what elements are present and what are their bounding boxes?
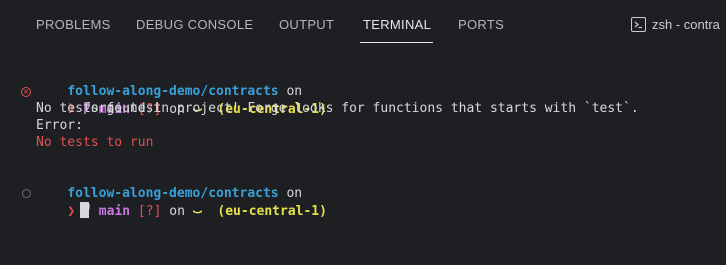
- prompt-on: on: [161, 204, 193, 219]
- tab-ports[interactable]: PORTS: [458, 16, 504, 34]
- output-line: No tests found in project! Forge looks f…: [36, 101, 639, 116]
- circle-icon: [21, 189, 31, 198]
- aws-icon: [192, 202, 202, 214]
- tab-debug-console[interactable]: DEBUG CONSOLE: [136, 16, 253, 34]
- terminal-output[interactable]: follow-along-demo/contracts on main [?] …: [0, 46, 726, 265]
- prompt-on: on: [278, 186, 310, 201]
- tab-terminal[interactable]: TERMINAL: [363, 16, 431, 34]
- git-branch-name: main: [90, 204, 131, 219]
- error-x-icon: ×: [21, 86, 31, 97]
- aws-region: (eu-central-1): [201, 204, 327, 219]
- command-decoration[interactable]: [20, 185, 32, 202]
- prompt-on: on: [278, 84, 310, 99]
- command-error-decoration[interactable]: ×: [20, 83, 32, 100]
- git-status: [?]: [130, 204, 162, 219]
- panel-tab-bar: PROBLEMS DEBUG CONSOLE OUTPUT TERMINAL P…: [0, 0, 726, 46]
- terminal-instance-name: zsh - contra: [652, 16, 720, 32]
- output-line: Error:: [36, 118, 83, 133]
- prompt-path: follow-along-demo/contracts: [67, 186, 279, 201]
- tab-problems[interactable]: PROBLEMS: [36, 16, 111, 34]
- terminal-icon: [631, 16, 646, 32]
- prompt-symbol: ❯: [67, 204, 76, 219]
- input-line[interactable]: ❯: [36, 185, 90, 237]
- terminal-instance-selector[interactable]: zsh - contra: [631, 14, 720, 34]
- active-tab-indicator: [360, 42, 433, 43]
- error-message: No tests to run: [36, 135, 154, 150]
- text-cursor: [80, 202, 90, 218]
- tab-output[interactable]: OUTPUT: [279, 16, 334, 34]
